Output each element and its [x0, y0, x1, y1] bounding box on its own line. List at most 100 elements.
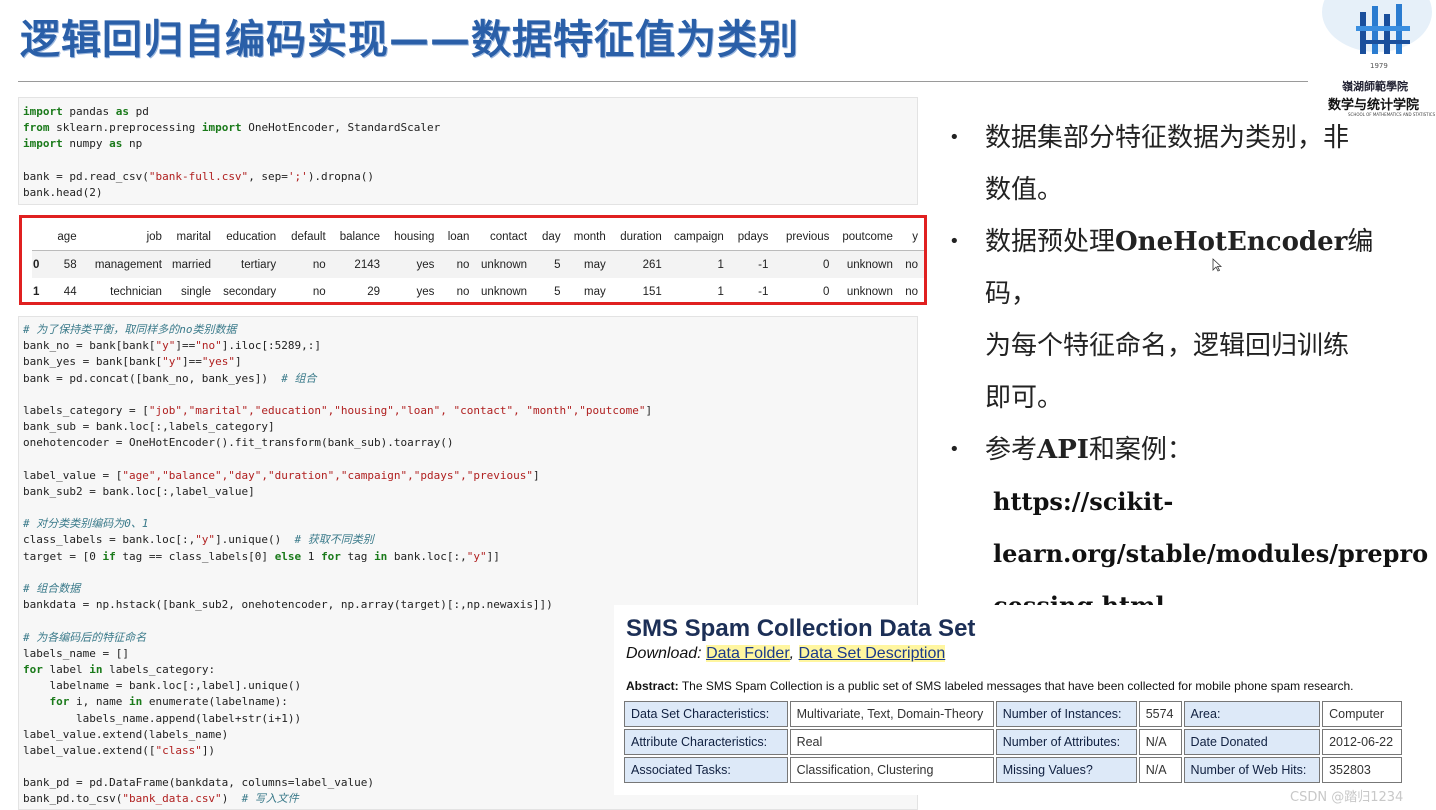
dataframe-column-header: contact [475, 224, 534, 251]
code-token: onehotencoder = OneHotEncoder().fit_tran… [23, 436, 454, 450]
code-token: ]) [201, 743, 216, 757]
dataframe-cell: unknown [475, 250, 534, 278]
data-description-link[interactable]: Data Set Description [798, 645, 946, 662]
code-token: bank.head(2) [23, 185, 103, 199]
bullet-text: 参考 [985, 435, 1038, 465]
code-line: bank_sub = bank.loc[:,labels_category] [23, 419, 917, 435]
code-token: ] [532, 468, 540, 482]
uci-dataset-panel: SMS Spam Collection Data Set Download: D… [614, 605, 1404, 795]
code-token: ) [221, 792, 242, 806]
mouse-cursor-icon [1212, 258, 1222, 272]
dataframe-cell: unknown [846, 285, 893, 298]
uci-table-value: Multivariate, Text, Domain-Theory [789, 701, 994, 727]
dataframe-cell: -1 [729, 250, 775, 278]
dataframe-column-header: y [898, 224, 924, 251]
dataframe-cell: no [440, 250, 476, 278]
code-token: # 对分类类别编码为0、1 [23, 517, 149, 531]
code-token: class_labels = bank.loc[:, [23, 533, 196, 547]
dataframe-output-highlighted: age job marital education default balance hous… [19, 215, 927, 305]
code-token: as [109, 137, 123, 151]
dataframe-column-header: month [566, 224, 612, 251]
dataframe-cell: no [898, 250, 924, 278]
bullet-categorical: • 数据集部分特征数据为类别，非 数值。 [945, 112, 1415, 216]
code-token: bank_yes = bank[bank[ [23, 355, 163, 369]
code-token: bank_no = bank[bank[ [23, 339, 156, 353]
dataframe-column-header: pdays [729, 224, 775, 251]
code-token: bank.loc[:, [387, 549, 467, 563]
uci-table-key: Number of Web Hits: [1183, 757, 1321, 783]
dataframe-cell: no [282, 250, 332, 278]
code-token: "bank-full.csv" [148, 169, 249, 183]
dataframe-cell: 2143 [331, 250, 387, 278]
code-line: labels_category = ["job","marital","educ… [23, 403, 917, 419]
dataframe-index-cell: 1 [33, 285, 40, 298]
uci-table-value: 352803 [1322, 757, 1402, 783]
dataframe-cell: no [456, 285, 470, 298]
code-token: import [23, 137, 63, 151]
code-token: ].iloc[:5289,:] [221, 339, 322, 353]
dataframe-column-header: housing [386, 224, 441, 251]
code-token: numpy [62, 137, 110, 151]
dataframe-cell: unknown [481, 285, 528, 298]
bullet-text-line: 数据预处理OneHotEncoder编码， [985, 216, 1415, 320]
uci-table-key: Date Donated [1183, 729, 1321, 755]
bullet-reference: • 参考API和案例： [945, 424, 1415, 476]
code-line: import pandas as pd [23, 104, 917, 120]
code-token: # 为了保持类平衡，取同样多的no类别数据 [23, 323, 237, 336]
code-line: label_value = ["age","balance","day","du… [23, 468, 917, 484]
code-line: # 为了保持类平衡，取同样多的no类别数据 [23, 322, 917, 338]
dataframe-cell: no [312, 285, 326, 298]
code-token: import [201, 121, 242, 135]
code-token: ).dropna() [307, 169, 375, 183]
code-token: in [128, 695, 143, 709]
uci-table-value: Real [789, 729, 994, 755]
code-line: bank = pd.concat([bank_no, bank_yes]) # … [23, 371, 917, 387]
bullet-dot-icon: • [949, 231, 960, 252]
code-token: "age","balance","day","duration","campai… [122, 468, 533, 482]
dataframe-cell: 5 [533, 250, 567, 278]
dataframe-column-header: duration [611, 224, 668, 251]
dataframe-column-header: education [217, 224, 283, 251]
code-token: bank_pd = pd.DataFrame(bankdata, columns… [23, 776, 374, 790]
dataframe-cell: 0 [774, 250, 836, 278]
bullet-text-line: 即可。 [985, 383, 1064, 413]
code-line: bank_no = bank[bank["y"]=="no"].iloc[:52… [23, 338, 917, 354]
bullet-preprocessing: • 数据预处理OneHotEncoder编码， 为每个特征命名，逻辑回归训练 即… [945, 216, 1415, 424]
reference-url-line[interactable]: https://scikit- [945, 476, 1415, 528]
code-token: ]== [181, 355, 202, 369]
code-token: in [374, 549, 388, 563]
code-token: label_value = [ [23, 468, 123, 482]
code-token: "y" [195, 533, 216, 547]
code-line: from sklearn.preprocessing import OneHot… [23, 120, 917, 136]
uci-table-key: Missing Values? [995, 757, 1137, 783]
reference-url-line[interactable]: learn.org/stable/modules/prepro [945, 528, 1428, 580]
code-token: bank = pd.concat([bank_no, bank_yes]) [23, 371, 282, 385]
dataframe-cell: secondary [223, 285, 277, 298]
code-line: class_labels = bank.loc[:,"y"].unique() … [23, 532, 917, 548]
uci-table-row: Data Set Characteristics: Multivariate, T… [624, 701, 1402, 727]
code-token: ';' [287, 169, 308, 183]
code-token: "y" [162, 355, 182, 369]
bullet-text-line: 为每个特征命名，逻辑回归训练 [985, 331, 1350, 361]
code-cell-imports[interactable]: import pandas as pd from sklearn.preproce… [18, 97, 918, 205]
code-token: "job","marital","education","housing","l… [148, 403, 646, 417]
code-token: for [321, 549, 341, 563]
code-line: # 对分类类别编码为0、1 [23, 516, 917, 532]
code-token: labelname = bank.loc[:,label].unique() [23, 679, 302, 693]
code-token: "y" [155, 339, 176, 353]
code-token: label_value.extend([ [23, 743, 156, 757]
code-token: tag == class_labels[0] [115, 549, 275, 563]
bullet-text-line: 参考API和案例： [985, 424, 1415, 476]
dataframe-cell: yes [416, 285, 435, 298]
dataframe-column-header: marital [167, 224, 217, 251]
bullet-dot-icon: • [949, 127, 960, 148]
dataframe-column-header: loan [440, 224, 476, 251]
data-folder-link[interactable]: Data Folder [706, 645, 790, 662]
code-token: labels_name = [] [23, 646, 129, 660]
code-token: bank = pd.read_csv( [23, 169, 149, 183]
dataframe-cell: single [180, 285, 211, 298]
logo-mark-icon [1356, 4, 1410, 54]
